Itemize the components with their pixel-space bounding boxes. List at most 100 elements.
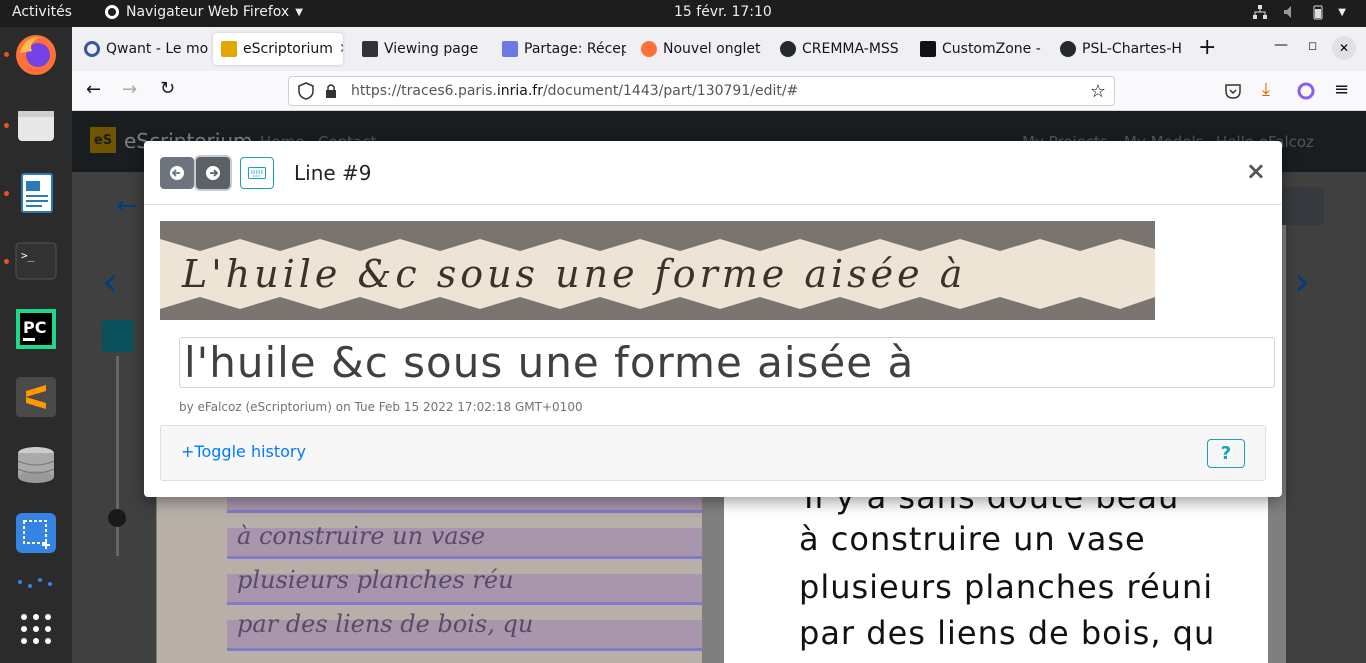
tab-qwant[interactable]: Qwant - Le mo — [76, 33, 208, 65]
firefox-launcher[interactable] — [12, 31, 60, 79]
pycharm-icon: PC — [16, 309, 56, 349]
tab-label: CREMMA-MSS — [802, 41, 899, 57]
close-window-button[interactable]: ✕ — [1332, 36, 1356, 60]
transcription-author-info: by eFalcoz (eScriptorium) on Tue Feb 15 … — [179, 400, 583, 414]
url-path: /document/1443/part/130791/edit/# — [542, 83, 799, 99]
app-menu-label: Navigateur Web Firefox — [126, 4, 290, 20]
chevron-down-icon: ▼ — [295, 6, 303, 18]
running-indicator — [4, 259, 9, 264]
new-tab-button[interactable]: + — [1198, 35, 1216, 60]
hamburger-menu-icon[interactable]: ≡ — [1334, 79, 1349, 100]
tab-viewing-page[interactable]: Viewing page — [354, 33, 486, 65]
next-line-button[interactable] — [196, 157, 230, 189]
chevron-down-icon: ▼ — [1338, 6, 1346, 18]
tab-psl-chartes[interactable]: PSL-Chartes-H — [1052, 33, 1182, 65]
help-button[interactable]: ? — [1207, 439, 1245, 468]
dock: >_ PC — [0, 27, 72, 663]
battery-icon — [1313, 5, 1323, 20]
share-icon — [502, 41, 518, 57]
tab-label: Viewing page — [384, 41, 479, 57]
firefox-icon — [105, 5, 119, 19]
network-dots-icon — [18, 578, 52, 588]
virtual-keyboard-button[interactable] — [240, 157, 274, 189]
tab-customzone[interactable]: CustomZone - — [912, 33, 1044, 65]
forward-arrow-icon[interactable]: → — [122, 79, 137, 100]
tab-cremma[interactable]: CREMMA-MSS — [772, 33, 904, 65]
clock[interactable]: 15 févr. 17:10 — [674, 4, 772, 20]
transcription-input-wrapper — [179, 337, 1275, 388]
terminal-icon: >_ — [15, 242, 57, 280]
history-panel: +Toggle history ? — [160, 425, 1266, 481]
back-arrow-icon[interactable]: ← — [86, 79, 101, 100]
url-bar[interactable]: https://traces6.paris. inria.fr/document/… — [288, 76, 1115, 106]
screenshot-launcher[interactable] — [12, 509, 60, 557]
sublime-launcher[interactable] — [12, 373, 60, 421]
pycharm-launcher[interactable]: PC — [12, 305, 60, 353]
qwant-icon — [84, 41, 100, 57]
running-indicator — [4, 191, 9, 196]
grid-icon — [21, 614, 51, 644]
document-icon — [21, 173, 53, 213]
close-icon[interactable]: × — [1246, 157, 1266, 185]
manuscript-line-text: L'huile &c sous une forme aisée à — [181, 252, 966, 296]
download-icon[interactable]: ⤓ — [1262, 79, 1270, 100]
system-tray[interactable]: ▼ — [1252, 4, 1346, 20]
customzone-icon — [920, 41, 936, 57]
app-menu[interactable]: Navigateur Web Firefox ▼ — [104, 4, 303, 20]
escriptorium-icon — [221, 41, 237, 57]
arrow-left-circle-icon — [170, 166, 184, 180]
running-indicator — [4, 123, 9, 128]
github-icon — [1060, 41, 1076, 57]
url-prefix: https://traces6.paris. — [351, 83, 497, 99]
reload-icon[interactable]: ↻ — [160, 78, 175, 99]
pocket-icon[interactable] — [1224, 82, 1242, 100]
system-top-bar: Activités Navigateur Web Firefox ▼ 15 fé… — [0, 0, 1366, 27]
manuscript-line: plusieurs planches réu — [237, 566, 514, 594]
tab-bar: Qwant - Le mo eScriptorium ✕ Viewing pag… — [72, 27, 1366, 71]
tab-label: eScriptorium — [243, 41, 333, 57]
running-indicator — [4, 52, 9, 57]
manuscript-line: à construire un vase — [237, 522, 486, 550]
tab-partage[interactable]: Partage: Récep — [494, 33, 626, 65]
minimize-button[interactable]: — — [1274, 37, 1288, 53]
line-image: L'huile &c sous une forme aisée à — [160, 221, 1155, 320]
tab-label: Nouvel onglet — [663, 41, 761, 57]
show-apps-button[interactable] — [12, 605, 60, 653]
svg-text:PC: PC — [23, 318, 46, 337]
volume-icon — [1284, 6, 1292, 18]
maximize-button[interactable]: ◻ — [1308, 39, 1317, 52]
activities-button[interactable]: Activités — [12, 4, 72, 20]
modal-header: Line #9 × — [144, 141, 1282, 205]
tab-escriptorium[interactable]: eScriptorium ✕ — [213, 33, 343, 65]
close-tab-icon[interactable]: ✕ — [339, 41, 343, 57]
manuscript-line-crop: L'huile &c sous une forme aisée à — [160, 221, 1155, 320]
keyboard-icon — [248, 167, 266, 179]
tab-label: Qwant - Le mo — [106, 41, 208, 57]
tab-label: CustomZone - — [942, 41, 1041, 57]
sublime-icon — [16, 377, 56, 417]
svg-text:>_: >_ — [21, 249, 35, 262]
transcription-input[interactable] — [180, 338, 1274, 387]
qwant-extension-icon[interactable] — [1297, 82, 1315, 100]
previous-line-button[interactable] — [160, 157, 194, 189]
firefox-icon — [16, 35, 56, 75]
database-launcher[interactable] — [12, 441, 60, 489]
github-icon — [780, 41, 796, 57]
page-icon — [362, 41, 378, 57]
url-domain: inria.fr — [496, 83, 543, 99]
toggle-history-link[interactable]: +Toggle history — [181, 442, 306, 461]
transcription-line[interactable]: plusieurs planches réuni — [799, 568, 1213, 606]
network-icon — [1253, 5, 1268, 19]
transcription-line[interactable]: par des liens de bois, qu — [799, 614, 1215, 652]
arrow-right-circle-icon — [206, 166, 220, 180]
manuscript-line: par des liens de bois, qu — [237, 610, 534, 638]
bookmark-star-icon[interactable]: ☆ — [1090, 81, 1106, 102]
dots-launcher[interactable] — [12, 567, 60, 597]
tab-new-tab[interactable]: Nouvel onglet — [633, 33, 765, 65]
files-launcher[interactable] — [12, 101, 60, 149]
transcription-line[interactable]: à construire un vase — [799, 520, 1146, 558]
writer-launcher[interactable] — [12, 169, 60, 217]
terminal-launcher[interactable]: >_ — [12, 237, 60, 285]
firefox-icon — [641, 41, 657, 57]
navigation-bar: ← → ↻ https://traces6.paris. inria.fr/doc… — [72, 71, 1366, 111]
